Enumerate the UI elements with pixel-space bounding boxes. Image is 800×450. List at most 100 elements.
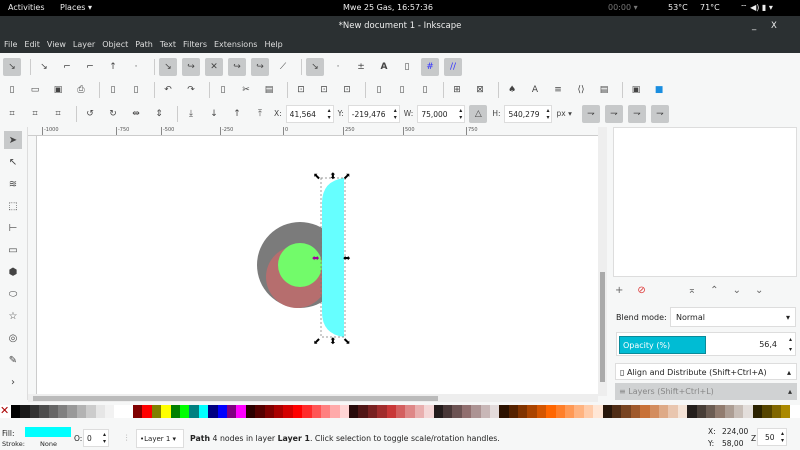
color-swatch[interactable] [367,405,378,418]
lock-ratio-icon[interactable]: △ [469,104,488,123]
color-swatch[interactable] [696,405,706,418]
raise-top-icon[interactable]: ⤒ [251,105,269,123]
places-menu[interactable]: Places ▾ [60,3,92,12]
clock[interactable]: Mwe 25 Gas, 16:57:36 [343,3,433,12]
color-swatch[interactable] [104,405,115,418]
color-swatch[interactable] [442,405,453,418]
align-icon[interactable]: ▤ [595,81,613,99]
move-bottom-icon[interactable]: ⌄ [755,285,763,296]
pencil-tool-icon[interactable]: ✎ [4,351,22,369]
more-tools-icon[interactable]: › [4,373,22,391]
color-swatch[interactable] [471,405,481,418]
color-swatch[interactable] [76,405,87,418]
color-swatch[interactable] [180,405,190,418]
color-swatch[interactable] [640,405,650,418]
color-swatch[interactable] [480,405,490,418]
spiral-tool-icon[interactable]: ◎ [4,329,22,347]
xml-editor-icon[interactable]: ⟨⟩ [572,81,590,99]
color-swatch[interactable] [555,405,566,418]
snap-bbox-mid-icon[interactable]: ↑ [104,58,122,76]
color-swatch[interactable] [527,405,537,418]
color-swatch[interactable] [189,405,199,418]
print-icon[interactable]: ⎙ [72,81,90,99]
color-swatch[interactable] [292,405,303,418]
color-swatch[interactable] [377,405,387,418]
objects-list[interactable] [613,127,797,277]
color-swatch[interactable] [452,405,462,418]
move-up-icon[interactable]: ⌃ [710,285,718,296]
layers-icon[interactable]: ≡ [549,81,567,99]
snap-bbox-icon[interactable]: ↘ [35,58,53,76]
fill-swatch[interactable] [25,427,71,437]
color-swatch[interactable] [677,405,688,418]
color-swatch[interactable] [630,405,641,418]
menu-file[interactable]: File [0,36,20,49]
color-swatch[interactable] [151,405,162,418]
color-swatch[interactable] [508,405,519,418]
selector-tool-icon[interactable]: ➤ [4,131,22,149]
zoom-selection-icon[interactable]: ⊡ [292,81,310,99]
node-tool-icon[interactable]: ↖ [4,153,22,171]
undo-icon[interactable]: ↶ [159,81,177,99]
move-patterns-icon[interactable]: ⇁ [650,104,669,123]
tweak-tool-icon[interactable]: ≋ [4,175,22,193]
layers-tab[interactable]: ≡ Layers (Shift+Ctrl+L) ▴ [615,383,797,400]
color-swatch[interactable] [311,405,321,418]
stroke-value[interactable]: None [40,440,57,448]
color-swatch[interactable] [649,405,659,418]
align-distribute-tab[interactable]: ▯ Align and Distribute (Shift+Ctrl+A) ▴ [615,363,797,380]
color-swatch[interactable] [20,405,30,418]
duplicate-icon[interactable]: ▯ [370,81,388,99]
minimize-button[interactable]: _ [752,16,756,36]
color-swatch[interactable] [302,405,312,418]
color-swatch[interactable] [67,405,77,418]
export-icon[interactable]: ▯ [127,81,145,99]
color-swatch[interactable] [283,405,293,418]
move-gradients-icon[interactable]: ⇁ [627,104,646,123]
color-swatch[interactable] [405,405,415,418]
color-swatch[interactable] [668,405,678,418]
snap-path-icon[interactable]: ↪ [182,57,200,76]
color-swatch[interactable] [48,405,58,418]
color-swatch[interactable] [349,405,359,418]
timer[interactable]: 00:00 ▾ [608,3,638,12]
color-swatch[interactable] [461,405,472,418]
color-swatch[interactable] [658,405,669,418]
copy-icon[interactable]: ▯ [214,81,232,99]
color-swatch[interactable] [574,405,584,418]
select-all-layers-icon[interactable]: ⌗ [26,105,44,123]
color-swatch[interactable] [414,405,425,418]
blend-mode-select[interactable]: Normal ▾ [670,307,796,327]
color-swatch[interactable] [762,405,772,418]
snap-midpoint-icon[interactable]: ⟋ [274,58,292,76]
color-swatch[interactable] [499,405,509,418]
opacity-short-input[interactable]: 0 [83,429,109,447]
color-swatch[interactable] [358,405,368,418]
snap-toggle-icon[interactable]: ↘ [3,57,21,76]
save-icon[interactable]: ▣ [49,81,67,99]
group-icon[interactable]: ⊞ [448,81,466,99]
menu-help[interactable]: Help [260,36,285,49]
document-properties-icon[interactable]: ▣ [627,81,645,99]
color-swatch[interactable] [536,405,547,418]
snap-center-icon[interactable]: ⋅ [329,58,347,76]
activities-button[interactable]: Activities [8,3,45,12]
paste-icon[interactable]: ▤ [260,81,278,99]
color-swatch[interactable] [133,405,143,418]
cut-icon[interactable]: ✂ [237,81,255,99]
preferences-icon[interactable]: ■ [650,81,668,99]
select-all-icon[interactable]: ⌗ [3,105,21,123]
snap-nodes-icon[interactable]: ↘ [159,57,177,76]
add-icon[interactable]: + [615,285,623,296]
color-swatch[interactable] [255,405,265,418]
color-swatch[interactable] [198,405,209,418]
zoom-input[interactable]: 50 [757,428,787,446]
color-swatch[interactable] [396,405,406,418]
color-swatch[interactable] [57,405,68,418]
color-swatch[interactable] [161,405,171,418]
w-input[interactable]: 75,000 [417,104,466,123]
color-swatch[interactable] [123,405,134,418]
ellipse-tool-icon[interactable]: ⬭ [4,285,22,303]
drawing-canvas[interactable]: ⬉ ⬍ ⬈ ⬋ ⬍ ⬊ ⬌ ⬌ [37,136,598,394]
move-down-icon[interactable]: ⌄ [733,285,741,296]
